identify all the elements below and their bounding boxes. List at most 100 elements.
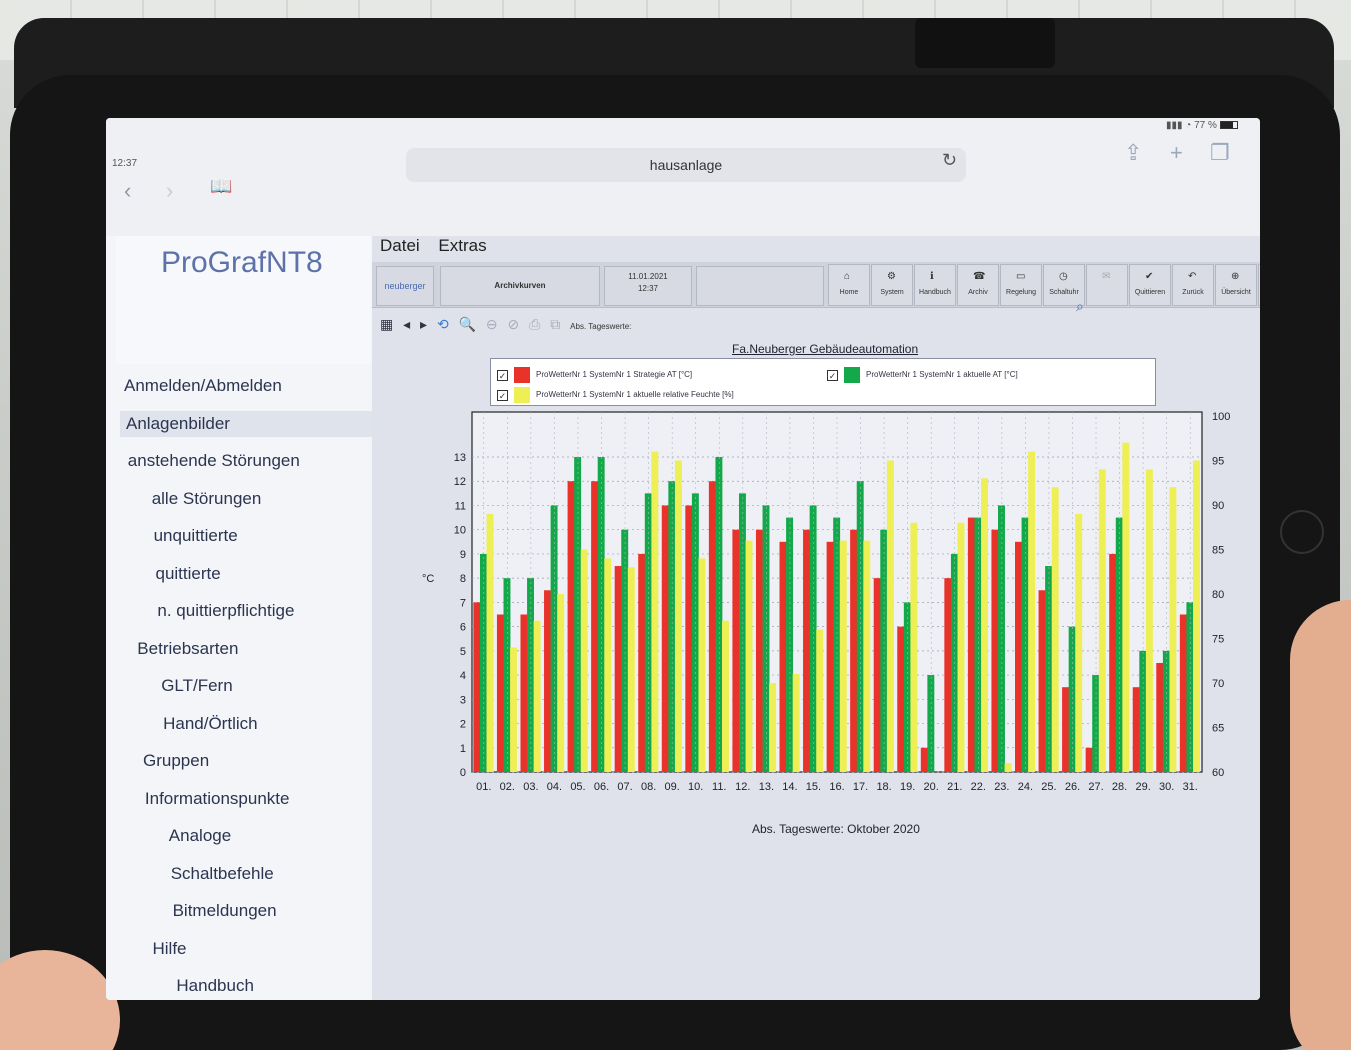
sidebar-item[interactable]: anstehende Störungen	[128, 451, 300, 471]
bar	[769, 683, 777, 772]
chevron-right-icon[interactable]: ›	[166, 178, 173, 204]
bar	[1085, 747, 1093, 772]
export-icon[interactable]: ⧉	[550, 316, 560, 332]
toolbar-button-label: Zurück	[1182, 289, 1204, 296]
bar	[1139, 650, 1147, 772]
reload-icon[interactable]: ↻	[942, 150, 957, 171]
x-tick-label: 11.	[712, 781, 726, 793]
sidebar-item[interactable]: n. quittierpflichtige	[157, 601, 294, 621]
toolbar-button[interactable]: ⊕ Übersicht	[1215, 264, 1257, 306]
y-tick-label: 12	[454, 476, 466, 488]
bar	[863, 540, 871, 772]
reset-icon[interactable]: ⊘	[508, 316, 520, 332]
chevron-left-icon[interactable]: ‹	[124, 178, 131, 204]
checkbox-icon[interactable]: ✓	[497, 369, 508, 381]
toolbar-button[interactable]: ⚙ System	[871, 264, 913, 306]
bar	[715, 457, 723, 772]
battery-icon	[1219, 121, 1238, 130]
next-icon[interactable]: ▸	[420, 316, 427, 332]
refresh-icon[interactable]: ⟲	[437, 316, 449, 332]
x-tick-label: 20.	[924, 781, 939, 793]
tabs-icon[interactable]: ❐	[1210, 140, 1230, 166]
sidebar-item[interactable]: Anmelden/Abmelden	[124, 376, 282, 396]
x-tick-label: 18.	[876, 781, 891, 793]
bar	[544, 590, 551, 772]
sidebar-item[interactable]: unquittierte	[154, 526, 238, 546]
menu-extras[interactable]: Extras	[438, 236, 486, 255]
zoom-in-icon[interactable]: 🔍	[459, 316, 476, 332]
bar	[1122, 442, 1130, 772]
table-icon[interactable]: ▦	[380, 316, 393, 332]
y2-tick-label: 60	[1212, 767, 1224, 779]
bar	[944, 578, 952, 772]
checkbox-icon[interactable]: ✓	[827, 369, 838, 381]
y-axis-label: °C	[422, 573, 434, 585]
sidebar-item[interactable]: alle Störungen	[152, 489, 262, 509]
bar	[1179, 614, 1187, 772]
bar	[722, 620, 729, 772]
bar	[1068, 626, 1076, 772]
y2-tick-label: 90	[1212, 500, 1224, 512]
bar	[674, 460, 682, 772]
bar	[873, 578, 881, 772]
sidebar-item[interactable]: Hand/Örtlich	[163, 714, 257, 734]
bar	[732, 529, 740, 772]
y-tick-label: 8	[460, 573, 466, 585]
print-icon[interactable]: ⎙	[529, 316, 540, 332]
x-tick-label: 05.	[570, 781, 585, 793]
plus-icon[interactable]: +	[1170, 140, 1183, 166]
legend-item-strategie[interactable]: ✓ ProWetterNr 1 SystemNr 1 Strategie AT […	[497, 367, 692, 383]
url-field[interactable]: hausanlage	[406, 148, 966, 182]
sidebar-item[interactable]: Bitmeldungen	[173, 901, 277, 921]
toolbar-button[interactable]: ✉	[1086, 264, 1128, 306]
toolbar-button[interactable]: ✔ Quittieren	[1129, 264, 1171, 306]
toolbar-button[interactable]: ☎ Archiv	[957, 264, 999, 306]
bar	[816, 629, 824, 772]
legend-label: ProWetterNr 1 SystemNr 1 aktuelle AT [°C…	[866, 370, 1018, 380]
x-tick-label: 31.	[1183, 781, 1198, 793]
home-button[interactable]	[1280, 510, 1324, 554]
toolbar-button[interactable]: WW	[1258, 264, 1260, 306]
bar	[1051, 487, 1059, 772]
signal-icon: ▮▮▮ ◔	[1166, 120, 1192, 131]
y-tick-label: 0	[460, 767, 466, 779]
toolbar-button-label: System	[880, 289, 904, 296]
prev-icon[interactable]: ◂	[403, 316, 410, 332]
sidebar-item[interactable]: quittierte	[156, 564, 221, 584]
sidebar-item[interactable]: Analoge	[169, 826, 231, 846]
zoom-out-icon[interactable]: ⊖	[486, 316, 498, 332]
bar	[527, 578, 534, 772]
bar	[567, 481, 575, 772]
bar	[1132, 687, 1140, 772]
toolbar-button[interactable]: ℹ Handbuch	[914, 264, 956, 306]
toolbar-button[interactable]: ↶ Zurück	[1172, 264, 1214, 306]
x-tick-label: 08.	[641, 781, 656, 793]
book-icon[interactable]: 📖	[210, 176, 232, 197]
sidebar-item[interactable]: Gruppen	[143, 751, 209, 771]
x-tick-label: 22.	[971, 781, 986, 793]
toolbar: neuberger Archivkurven 11.01.2021 12:37 …	[372, 262, 1260, 308]
abs-label: Abs. Tageswerte:	[570, 322, 632, 331]
toolbar-button[interactable]: ▭ Regelung	[1000, 264, 1042, 306]
toolbar-button[interactable]: ⌂ Home	[828, 264, 870, 306]
bar	[762, 505, 770, 772]
magnify-icon[interactable]: ⌕	[1076, 298, 1084, 315]
sidebar-item[interactable]: Schaltbefehle	[171, 864, 274, 884]
y-tick-label: 10	[454, 525, 466, 537]
sidebar-item[interactable]: Hilfe	[153, 939, 187, 959]
legend-item-aktuelle[interactable]: ✓ ProWetterNr 1 SystemNr 1 aktuelle AT [°…	[827, 367, 1018, 383]
bar	[691, 493, 699, 772]
bar	[991, 529, 999, 772]
share-icon[interactable]: ⇪	[1124, 140, 1142, 166]
y-tick-label: 2	[460, 719, 466, 731]
user-field[interactable]: neuberger	[376, 266, 434, 306]
sidebar-item[interactable]: Anlagenbilder	[120, 410, 382, 437]
bar	[856, 481, 864, 772]
sidebar-item[interactable]: GLT/Fern	[161, 676, 232, 696]
y-tick-label: 11	[455, 500, 466, 512]
view-title: Archivkurven	[440, 266, 600, 306]
sidebar-item[interactable]: Informationspunkte	[145, 789, 290, 809]
menu-datei[interactable]: Datei	[380, 236, 420, 255]
sidebar-item[interactable]: Betriebsarten	[137, 639, 238, 659]
sidebar-item[interactable]: Handbuch	[176, 976, 254, 996]
